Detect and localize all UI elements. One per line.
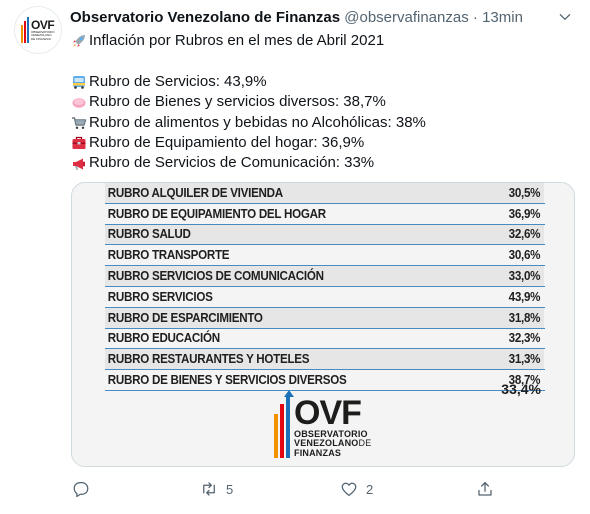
row-value: 30,6% [508, 248, 541, 263]
row-label: RUBRO DE ESPARCIMIENTO [107, 310, 263, 325]
tweet-line: Rubro de Equipamiento del hogar: 36,9% [70, 133, 570, 153]
total-value: 33,4% [501, 381, 541, 397]
megaphone-icon [70, 155, 87, 172]
logo-line-2: VENEZOLANO [294, 438, 359, 448]
row-value: 43,9% [508, 289, 541, 304]
ovf-logo-bars-icon [21, 17, 29, 43]
row-value: 30,5% [508, 185, 541, 200]
share-icon [478, 481, 492, 496]
table-row: RUBRO TRANSPORTE 30,6% [105, 245, 544, 265]
tweet-line-text: Rubro de Servicios de Comunicación: 33% [89, 154, 375, 172]
reply-button[interactable] [72, 480, 98, 498]
tweet-line-text: Rubro de alimentos y bebidas no Alcohóli… [89, 113, 426, 131]
row-divider [105, 389, 545, 391]
row-value: 32,6% [508, 227, 541, 242]
logo-line-2-suffix: DE [358, 438, 372, 448]
like-button[interactable]: 2 [340, 480, 373, 498]
retweet-button[interactable]: 5 [200, 480, 233, 498]
rocket-icon [70, 33, 87, 50]
tweet-image[interactable]: RUBRO ALQUILER DE VIVIENDA 30,5% RUBRO DE… [71, 182, 575, 467]
ovf-logo-bars-icon [274, 390, 294, 458]
table-row: RUBRO SERVICIOS DE COMUNICACIÓN 33,0% [105, 266, 544, 286]
more-options-chevron-icon[interactable] [556, 8, 574, 26]
row-label: RUBRO DE BIENES Y SERVICIOS DIVERSOS [107, 373, 347, 388]
table-row: RUBRO DE ESPARCIMIENTO 31,8% [105, 307, 544, 328]
row-value: 36,9% [508, 206, 541, 221]
row-value: 32,3% [508, 331, 541, 346]
retweet-count: 5 [226, 481, 234, 497]
row-value: 31,3% [508, 352, 541, 367]
tweet-line: Rubro de alimentos y bebidas no Alcohóli… [70, 113, 570, 133]
row-label: RUBRO SERVICIOS [107, 289, 213, 304]
table-row: RUBRO DE BIENES Y SERVICIOS DIVERSOS 38,7… [105, 370, 544, 390]
row-label: RUBRO EDUCACIÓN [107, 331, 220, 346]
table-row: RUBRO DE EQUIPAMIENTO DEL HOGAR 36,9% [105, 204, 544, 224]
row-label: RUBRO DE EQUIPAMIENTO DEL HOGAR [107, 206, 326, 221]
row-label: RUBRO ALQUILER DE VIVIENDA [107, 185, 283, 200]
toolbox-icon [70, 135, 87, 152]
author-handle[interactable]: @observafinanzas [344, 9, 468, 26]
shopping-cart-icon [70, 114, 87, 131]
heart-icon [341, 482, 357, 497]
row-label: RUBRO SALUD [107, 227, 191, 242]
like-count: 2 [366, 481, 374, 497]
tweet-text: Inflación por Rubros en el mes de Abril … [70, 31, 570, 174]
tweet-line: Rubro de Bienes y servicios diversos: 38… [70, 92, 570, 112]
tweet-line-text: Inflación por Rubros en el mes de Abril … [89, 32, 385, 49]
row-value: 33,0% [508, 269, 541, 284]
tweet-line-text: Rubro de Bienes y servicios diversos: 38… [89, 93, 386, 111]
table-row: RUBRO SALUD 32,6% [105, 224, 544, 245]
author-name[interactable]: Observatorio Venezolano de Finanzas [70, 9, 340, 26]
row-value: 31,8% [508, 310, 541, 325]
soap-icon [70, 94, 87, 111]
tweet-time[interactable]: 13min [482, 9, 523, 26]
avatar[interactable]: OVF OBSERVATORIO VENEZOLANO DE FINANZAS [14, 6, 62, 54]
tweet-line: Inflación por Rubros en el mes de Abril … [70, 31, 570, 51]
ovf-logo: OVF OBSERVATORIO VENEZOLANODE FINANZAS [274, 390, 372, 458]
table-row: RUBRO EDUCACIÓN 32,3% [105, 329, 544, 349]
inflation-table-image: RUBRO ALQUILER DE VIVIENDA 30,5% RUBRO DE… [72, 183, 574, 466]
tweet-actions: 5 2 [70, 478, 510, 504]
table-row: RUBRO ALQUILER DE VIVIENDA 30,5% [105, 183, 544, 203]
avatar-subtext: OBSERVATORIO VENEZOLANO DE FINANZAS [31, 30, 55, 41]
row-label: RUBRO SERVICIOS DE COMUNICACIÓN [107, 269, 324, 284]
bus-icon [70, 73, 87, 90]
tweet-line-text: Rubro de Servicios: 43,9% [89, 72, 267, 90]
tweet-line-text: Rubro de Equipamiento del hogar: 36,9% [89, 133, 365, 151]
table-row: RUBRO SERVICIOS 43,9% [105, 287, 544, 307]
table-row: RUBRO RESTAURANTES Y HOTELES 31,3% [105, 349, 544, 370]
row-label: RUBRO TRANSPORTE [107, 248, 230, 263]
row-label: RUBRO RESTAURANTES Y HOTELES [107, 352, 310, 367]
retweet-icon [203, 482, 215, 496]
header-separator: · [472, 9, 478, 26]
tweet-line: Rubro de Servicios: 43,9% [70, 72, 570, 92]
tweet-header: Observatorio Venezolano de Finanzas @obs… [70, 8, 550, 28]
tweet[interactable]: OVF OBSERVATORIO VENEZOLANO DE FINANZAS … [0, 0, 590, 514]
logo-line-3: FINANZAS [294, 447, 342, 458]
share-button[interactable] [476, 480, 494, 498]
reply-icon [73, 481, 89, 498]
tweet-line: Rubro de Servicios de Comunicación: 33% [70, 153, 570, 173]
inflation-table: RUBRO ALQUILER DE VIVIENDA 30,5% RUBRO DE… [105, 183, 545, 391]
logo-brand: OVF [294, 393, 362, 432]
